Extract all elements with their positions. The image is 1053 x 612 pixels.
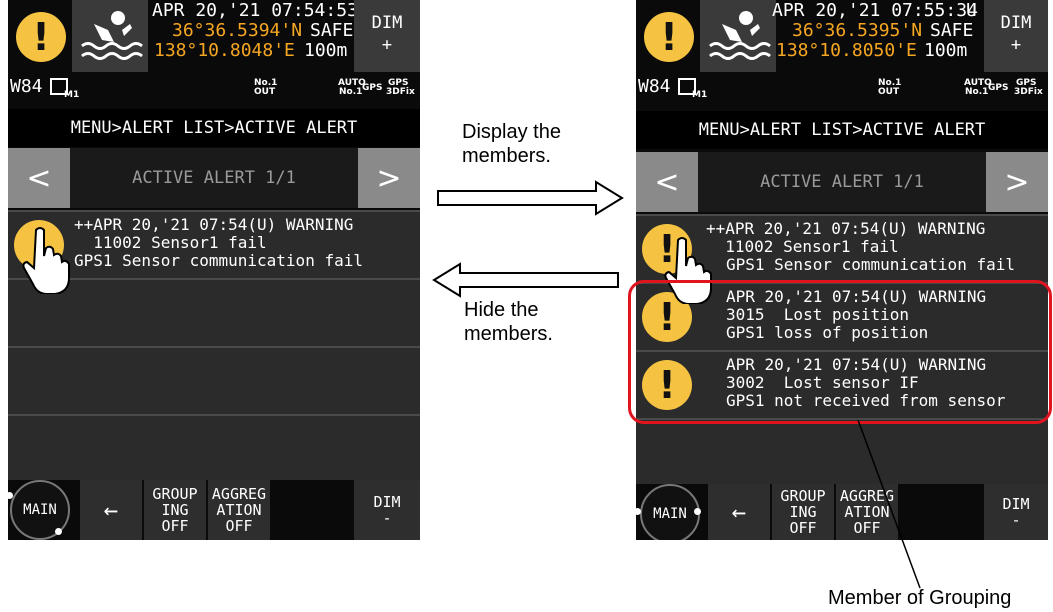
header-lat: 36°36.5395'N — [792, 20, 923, 41]
header-date: APR 20,'21 07:54:53 — [152, 0, 358, 21]
pointing-hand-icon — [22, 227, 70, 294]
alert-page-title: ACTIVE ALERT 1/1 — [132, 168, 296, 188]
auto-b: No.1 — [339, 87, 363, 97]
grouping-label-1: GROUP — [780, 487, 826, 505]
main-button[interactable]: MAIN — [640, 484, 700, 540]
gps3d-b: 3DFix — [386, 87, 415, 97]
gps-label: GPS — [362, 83, 383, 93]
alert-page-title: ACTIVE ALERT 1/1 — [760, 172, 924, 192]
footer-bar: MAIN ← GROUP ING OFF AGGREG ATION OFF DI… — [8, 480, 420, 540]
display-members-line-2: members. — [462, 145, 551, 167]
drowning-person-icon — [81, 11, 143, 60]
no1-out-b: OUT — [254, 87, 276, 97]
auto-b: No.1 — [965, 87, 989, 97]
main-dot-bottom — [55, 528, 62, 535]
vessel-icon-box — [700, 0, 776, 72]
warning-icon[interactable]: ! — [16, 12, 66, 62]
monitor-badge: M1 — [692, 90, 708, 100]
alert-line-1: ++APR 20,'21 07:54(U) WARNING — [706, 219, 986, 238]
header-date: APR 20,'21 07:55:34 — [772, 0, 978, 21]
station-label: W84 — [638, 76, 671, 97]
breadcrumb: MENU>ALERT LIST>ACTIVE ALERT — [8, 109, 420, 147]
alert-nav-bar: < ACTIVE ALERT 1/1 > — [8, 148, 420, 208]
hide-members-caption: Hide the members. — [464, 298, 553, 346]
alert-line-1: ++APR 20,'21 07:54(U) WARNING — [74, 215, 354, 234]
no1-out-b: OUT — [878, 87, 900, 97]
drowning-person-icon — [709, 11, 771, 60]
back-button[interactable]: ← — [708, 484, 770, 540]
dim-minus-label: DIM — [373, 493, 401, 511]
member-of-grouping-caption: Member of Grouping — [828, 587, 1012, 609]
gps-label: GPS — [988, 83, 1009, 93]
header-lon: 138°10.8048'E — [154, 40, 295, 61]
left-arrow-icon — [432, 262, 619, 298]
prev-page-button[interactable]: < — [636, 152, 698, 212]
alert-line-2: 11002 Sensor1 fail — [74, 233, 267, 252]
grouping-button[interactable]: GROUP ING OFF — [772, 484, 834, 540]
dim-plus-label: DIM — [371, 13, 403, 33]
header-depth: 100m — [924, 40, 968, 61]
dim-plus-button[interactable]: DIM + — [984, 0, 1048, 72]
header-status: SAFE — [310, 20, 354, 41]
dim-plus-sign: + — [381, 35, 393, 55]
grouping-label-2: ING — [789, 503, 817, 521]
display-members-line-1: Display the — [462, 121, 561, 143]
header-depth: 100m — [304, 40, 348, 61]
header-lon: 138°10.8050'E — [776, 40, 917, 61]
alert-line-3: GPS1 Sensor communication fail — [726, 255, 1015, 274]
aggregation-button[interactable]: AGGREG ATION OFF — [208, 480, 270, 540]
hide-members-line-2: members. — [464, 323, 553, 345]
back-button[interactable]: ← — [80, 480, 142, 540]
dim-minus-button[interactable]: DIM - — [984, 484, 1048, 540]
header-tz: U — [966, 0, 977, 21]
breadcrumb: MENU>ALERT LIST>ACTIVE ALERT — [636, 111, 1048, 149]
next-page-button[interactable]: > — [986, 152, 1048, 212]
next-page-button[interactable]: > — [358, 148, 420, 208]
vessel-icon-box — [72, 0, 148, 72]
dim-plus-button[interactable]: DIM + — [354, 0, 420, 72]
dim-minus-sign: - — [1011, 511, 1021, 529]
dim-minus-label: DIM — [1002, 495, 1030, 513]
grouping-button[interactable]: GROUP ING OFF — [144, 480, 206, 540]
dim-plus-label: DIM — [1000, 13, 1032, 33]
grouping-label-3: OFF — [789, 519, 817, 537]
leader-line — [857, 420, 921, 589]
warning-icon[interactable]: ! — [644, 12, 694, 62]
header-lat: 36°36.5394'N — [172, 20, 303, 41]
aggregation-label-2: ATION — [216, 501, 262, 519]
empty-alert-row — [8, 414, 420, 482]
dim-minus-sign: - — [382, 509, 392, 527]
dim-minus-button[interactable]: DIM - — [354, 480, 420, 540]
group-members-highlight — [628, 280, 1052, 424]
grouping-label-1: GROUP — [152, 485, 198, 503]
hide-members-line-1: Hide the — [464, 299, 539, 321]
right-arrow-icon — [437, 180, 624, 216]
aggregation-label-3: OFF — [225, 517, 253, 535]
alert-line-3: GPS1 Sensor communication fail — [74, 251, 363, 270]
gps3d-b: 3DFix — [1014, 87, 1043, 97]
station-label: W84 — [10, 76, 43, 97]
monitor-badge: M1 — [64, 90, 80, 100]
alert-nav-bar: < ACTIVE ALERT 1/1 > — [636, 152, 1048, 212]
aggregation-label-1: AGGREG — [211, 485, 267, 503]
dim-plus-sign: + — [1010, 35, 1022, 55]
main-dot-right — [694, 508, 701, 515]
header-status: SAFE — [930, 20, 974, 41]
display-members-caption: Display the members. — [462, 120, 561, 168]
grouping-label-2: ING — [161, 501, 189, 519]
alert-line-2: 11002 Sensor1 fail — [706, 237, 899, 256]
left-screen: ! APR 20,'21 07:54:53 U 36°36.5394'N 138… — [8, 0, 420, 540]
prev-page-button[interactable]: < — [8, 148, 70, 208]
grouping-label-3: OFF — [161, 517, 189, 535]
empty-alert-row — [8, 346, 420, 414]
